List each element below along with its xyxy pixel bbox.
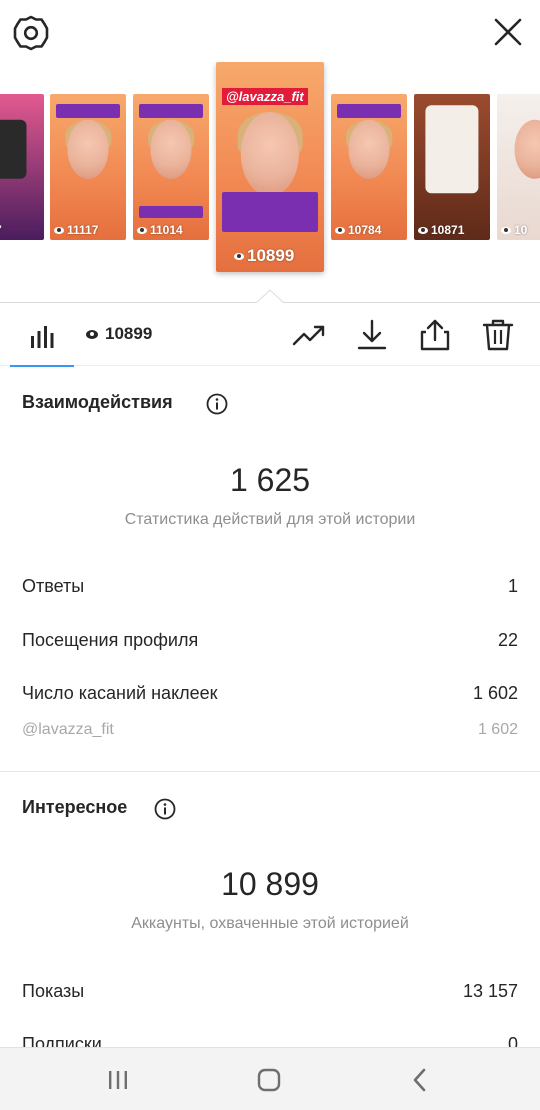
info-icon[interactable] — [154, 798, 176, 820]
story-caption-bar — [222, 192, 318, 232]
stories-strip[interactable]: 1477 11117 11014 @lavazza_fit 10899 1078… — [0, 62, 540, 302]
story-views: 10871 — [418, 223, 464, 237]
story-views: 1477 — [0, 223, 2, 237]
stat-row-impressions: Показы 13 157 — [22, 977, 518, 1005]
story-caption-bar — [56, 104, 120, 118]
info-icon[interactable] — [206, 393, 228, 415]
story-views-value: 10899 — [247, 246, 295, 265]
story-image — [514, 120, 540, 179]
story-image — [425, 105, 479, 194]
stat-value: 1 — [507, 575, 518, 596]
system-navigation-bar — [0, 1047, 540, 1110]
selected-caret-icon — [255, 289, 285, 304]
story-views: 11014 — [137, 223, 183, 237]
stat-value: 22 — [497, 629, 518, 650]
story-caption-bar-bottom — [139, 206, 203, 218]
download-icon[interactable] — [355, 318, 389, 352]
views-icon — [137, 226, 147, 234]
section-divider — [0, 771, 540, 772]
interactions-caption: Статистика действий для этой истории — [124, 511, 416, 528]
story-image-face — [67, 120, 109, 179]
story-views-value: 1477 — [0, 223, 2, 237]
stat-row-sticker-mention: @lavazza_fit 1 602 — [22, 716, 518, 744]
story-caption-bar — [337, 104, 401, 118]
home-icon[interactable] — [255, 1066, 283, 1094]
stat-label: Показы — [22, 980, 85, 1001]
story-thumbnail[interactable]: 10 — [497, 94, 540, 240]
stat-label: Ответы — [22, 575, 85, 596]
story-thumbnail[interactable]: 11014 — [133, 94, 209, 240]
discovery-total: 10 899 — [221, 866, 319, 902]
story-views-value: 10 — [514, 223, 528, 237]
stat-label: Посещения профиля — [22, 629, 199, 650]
tab-insights[interactable] — [10, 304, 74, 367]
story-views: 10 — [501, 223, 527, 237]
stat-row-sticker-taps: Число касаний наклеек 1 602 — [22, 679, 518, 707]
bar-chart-icon — [31, 326, 54, 348]
recent-apps-icon[interactable] — [104, 1066, 132, 1094]
story-views-value: 10871 — [431, 223, 465, 237]
story-thumbnail[interactable]: 10871 — [414, 94, 490, 240]
stat-label: @lavazza_fit — [22, 721, 114, 738]
tab-active-underline — [10, 365, 74, 367]
story-views: 10899 — [234, 246, 294, 266]
views-icon — [54, 226, 64, 234]
story-toolbar: 10899 — [0, 304, 540, 367]
story-views-value: 11117 — [67, 223, 99, 237]
interactions-total: 1 625 — [229, 462, 311, 498]
story-views: 11117 — [54, 223, 98, 237]
back-icon[interactable] — [406, 1066, 434, 1094]
stat-value: 13 157 — [462, 980, 518, 1001]
story-image-face — [150, 120, 192, 179]
promote-trend-icon[interactable] — [292, 318, 326, 352]
views-count: 10899 — [105, 324, 153, 343]
story-image-face — [348, 120, 390, 179]
views-icon — [234, 252, 244, 260]
story-thumbnail[interactable]: 1477 — [0, 94, 44, 240]
story-image-face — [240, 112, 300, 197]
tab-viewers[interactable]: 10899 — [86, 324, 152, 344]
views-icon — [418, 226, 428, 234]
close-icon[interactable] — [490, 14, 526, 50]
story-thumbnail[interactable]: 11117 — [50, 94, 126, 240]
eye-icon — [86, 329, 98, 339]
top-bar — [0, 0, 540, 64]
stat-label: Число касаний наклеек — [22, 682, 218, 703]
stat-value: 1 602 — [472, 682, 518, 703]
gear-icon[interactable] — [12, 14, 50, 52]
stat-row-replies: Ответы 1 — [22, 572, 518, 600]
share-icon[interactable] — [418, 318, 452, 352]
discovery-caption: Аккаунты, охваченные этой историей — [131, 915, 409, 932]
story-views: 10784 — [335, 223, 381, 237]
trash-icon[interactable] — [481, 318, 515, 352]
stat-value: 1 602 — [477, 721, 518, 738]
stat-row-profile-visits: Посещения профиля 22 — [22, 626, 518, 654]
views-icon — [501, 226, 511, 234]
interactions-title: Взаимодействия — [22, 392, 173, 412]
discovery-title: Интересное — [22, 797, 128, 817]
story-views-value: 10784 — [348, 223, 382, 237]
views-icon — [335, 226, 345, 234]
story-caption-bar — [139, 104, 203, 118]
story-thumbnail[interactable]: 10784 — [331, 94, 407, 240]
story-mention-tag: @lavazza_fit — [222, 88, 308, 105]
story-views-value: 11014 — [150, 223, 183, 237]
story-image — [0, 120, 27, 179]
story-thumbnail-selected[interactable]: @lavazza_fit 10899 — [216, 62, 324, 272]
